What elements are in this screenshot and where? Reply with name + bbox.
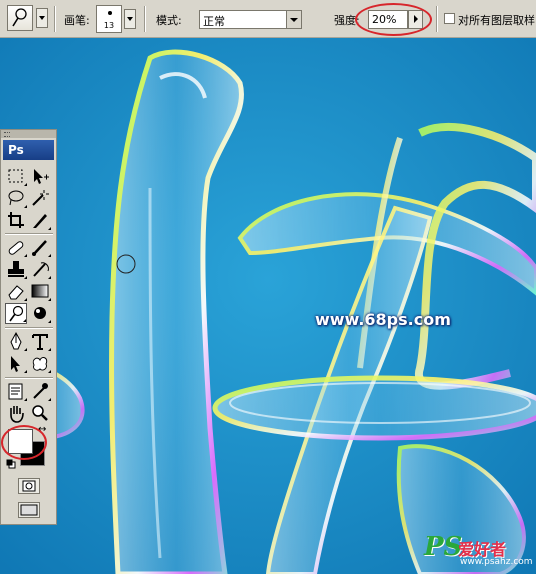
screen-mode-button[interactable] [18, 502, 40, 518]
highlight-circle-dodge [1, 425, 47, 460]
options-bar: 画笔: 13 模式: 正常 强度: 20% 对所有图层取样 [0, 0, 536, 38]
brush-icon[interactable] [29, 237, 51, 258]
tools-palette: Ps ↔ [0, 129, 57, 525]
notes-icon[interactable] [5, 381, 27, 402]
quick-mask-button[interactable] [18, 478, 40, 494]
chevron-down-icon [286, 11, 301, 28]
brush-size: 13 [103, 21, 115, 30]
healing-brush-icon[interactable] [5, 237, 27, 258]
custom-shape-icon[interactable] [29, 353, 51, 374]
glass-text-artwork [0, 38, 536, 574]
type-icon[interactable] [29, 331, 51, 352]
zoom-icon[interactable] [29, 403, 51, 424]
palette-divider [5, 233, 53, 235]
clone-stamp-icon[interactable] [5, 259, 27, 280]
sample-all-layers-label: 对所有图层取样 [458, 14, 535, 27]
move-icon[interactable] [29, 166, 51, 187]
crop-icon[interactable] [5, 210, 27, 231]
brush-tip-icon [108, 11, 112, 15]
separator [144, 6, 146, 32]
palette-divider [5, 377, 53, 379]
watermark-site-text: www.psahz.com [460, 557, 533, 567]
palette-divider [5, 327, 53, 329]
slice-icon[interactable] [29, 210, 51, 231]
hand-icon[interactable] [5, 403, 27, 424]
screen-mode-icon [20, 504, 38, 516]
eraser-icon[interactable] [5, 281, 27, 302]
separator [436, 6, 438, 32]
brush-label: 画笔: [64, 14, 90, 27]
dodge-tool-icon [12, 8, 27, 27]
sharpen-icon[interactable] [29, 303, 51, 324]
tool-preset-picker[interactable] [7, 5, 33, 31]
dodge-icon[interactable] [5, 303, 27, 324]
watermark-ps-text: PS [424, 532, 463, 562]
tool-preset-dropdown[interactable] [36, 8, 48, 28]
history-brush-icon[interactable] [29, 259, 51, 280]
separator [54, 6, 56, 32]
highlight-circle-strength [355, 3, 432, 36]
brush-dropdown[interactable] [124, 9, 136, 29]
watermark-url: www.68ps.com [315, 310, 451, 329]
brush-picker[interactable]: 13 [96, 5, 122, 33]
palette-grip[interactable] [1, 130, 56, 138]
gradient-icon[interactable] [29, 281, 51, 302]
eyedropper-icon[interactable] [29, 381, 51, 402]
path-selection-icon[interactable] [5, 353, 27, 374]
default-colors-icon[interactable] [6, 459, 16, 469]
magic-wand-icon[interactable] [29, 188, 51, 209]
palette-header[interactable]: Ps [3, 140, 54, 160]
rectangular-marquee-icon[interactable] [5, 166, 27, 187]
pen-icon[interactable] [5, 331, 27, 352]
mode-value: 正常 [203, 15, 225, 28]
mode-label: 模式: [156, 14, 182, 27]
document-canvas[interactable] [0, 38, 536, 574]
watermark-logo: PS 爱好者 www.psahz.com [424, 532, 533, 572]
mode-select[interactable]: 正常 [199, 10, 302, 29]
sample-all-layers-checkbox[interactable] [444, 13, 455, 24]
quick-mask-icon [22, 480, 36, 492]
lasso-icon[interactable] [5, 188, 27, 209]
